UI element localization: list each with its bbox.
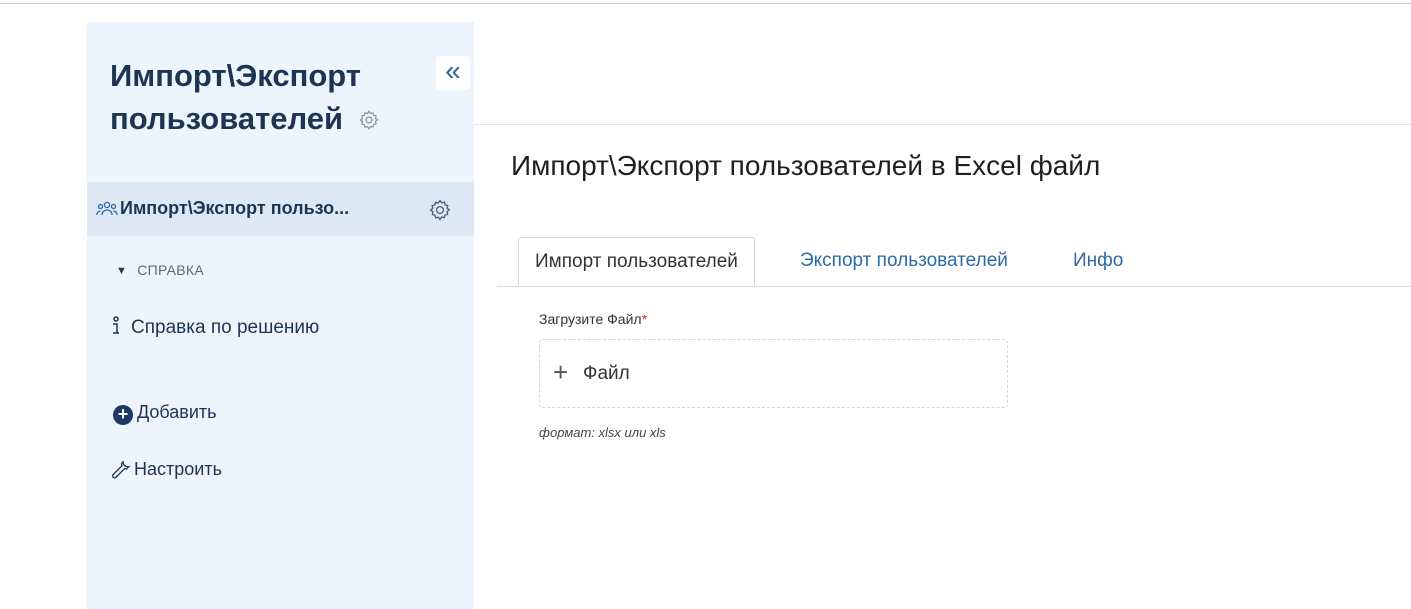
item-settings-gear-icon[interactable] bbox=[428, 198, 452, 227]
file-upload-dropzone[interactable]: + Файл bbox=[539, 339, 1008, 408]
sidebar: Импорт\Экспорт пользователей « Импорт\Эк… bbox=[87, 22, 474, 609]
collapse-sidebar-button[interactable]: « bbox=[436, 56, 470, 90]
caret-down-icon: ▼ bbox=[116, 265, 128, 277]
tab-info[interactable]: Инфо bbox=[1073, 237, 1123, 286]
tab-export-users[interactable]: Экспорт пользователей bbox=[800, 237, 1008, 286]
page-title: Импорт\Экспорт пользователей в Excel фай… bbox=[511, 150, 1101, 181]
page-header-bar bbox=[474, 22, 1411, 125]
setup-button[interactable]: Настроить bbox=[110, 458, 222, 485]
upload-label-text: Загрузите Файл bbox=[539, 311, 642, 327]
file-format-hint: формат: xlsx или xls bbox=[539, 425, 666, 440]
sidebar-item-import-export[interactable]: Импорт\Экспорт пользо... bbox=[87, 182, 474, 236]
upload-field-label: Загрузите Файл* bbox=[539, 311, 647, 327]
add-button[interactable]: + Добавить bbox=[113, 402, 217, 425]
tab-import-users[interactable]: Импорт пользователей bbox=[518, 237, 755, 286]
add-file-button-label: Файл bbox=[583, 363, 630, 384]
window-top-border bbox=[0, 0, 1411, 4]
info-icon bbox=[110, 316, 122, 342]
section-help-title: СПРАВКА bbox=[137, 262, 205, 278]
sidebar-title-text: Импорт\Экспорт пользователей bbox=[110, 58, 361, 136]
users-icon bbox=[96, 201, 118, 222]
section-help-toggle[interactable]: ▼ СПРАВКА bbox=[116, 262, 204, 278]
gear-icon[interactable] bbox=[358, 99, 380, 142]
help-item-label: Справка по решению bbox=[131, 317, 320, 338]
tab-bar: Импорт пользователей Экспорт пользовател… bbox=[497, 237, 1411, 287]
plus-circle-icon: + bbox=[113, 405, 133, 425]
wrench-icon bbox=[110, 458, 132, 485]
plus-icon: + bbox=[553, 357, 569, 387]
sidebar-item-help[interactable]: Справка по решению bbox=[110, 316, 319, 342]
sidebar-item-label: Импорт\Экспорт пользо... bbox=[120, 198, 350, 218]
add-button-label: Добавить bbox=[137, 402, 217, 422]
required-marker: * bbox=[641, 311, 648, 327]
setup-button-label: Настроить bbox=[134, 459, 222, 479]
sidebar-title: Импорт\Экспорт пользователей bbox=[110, 54, 430, 142]
